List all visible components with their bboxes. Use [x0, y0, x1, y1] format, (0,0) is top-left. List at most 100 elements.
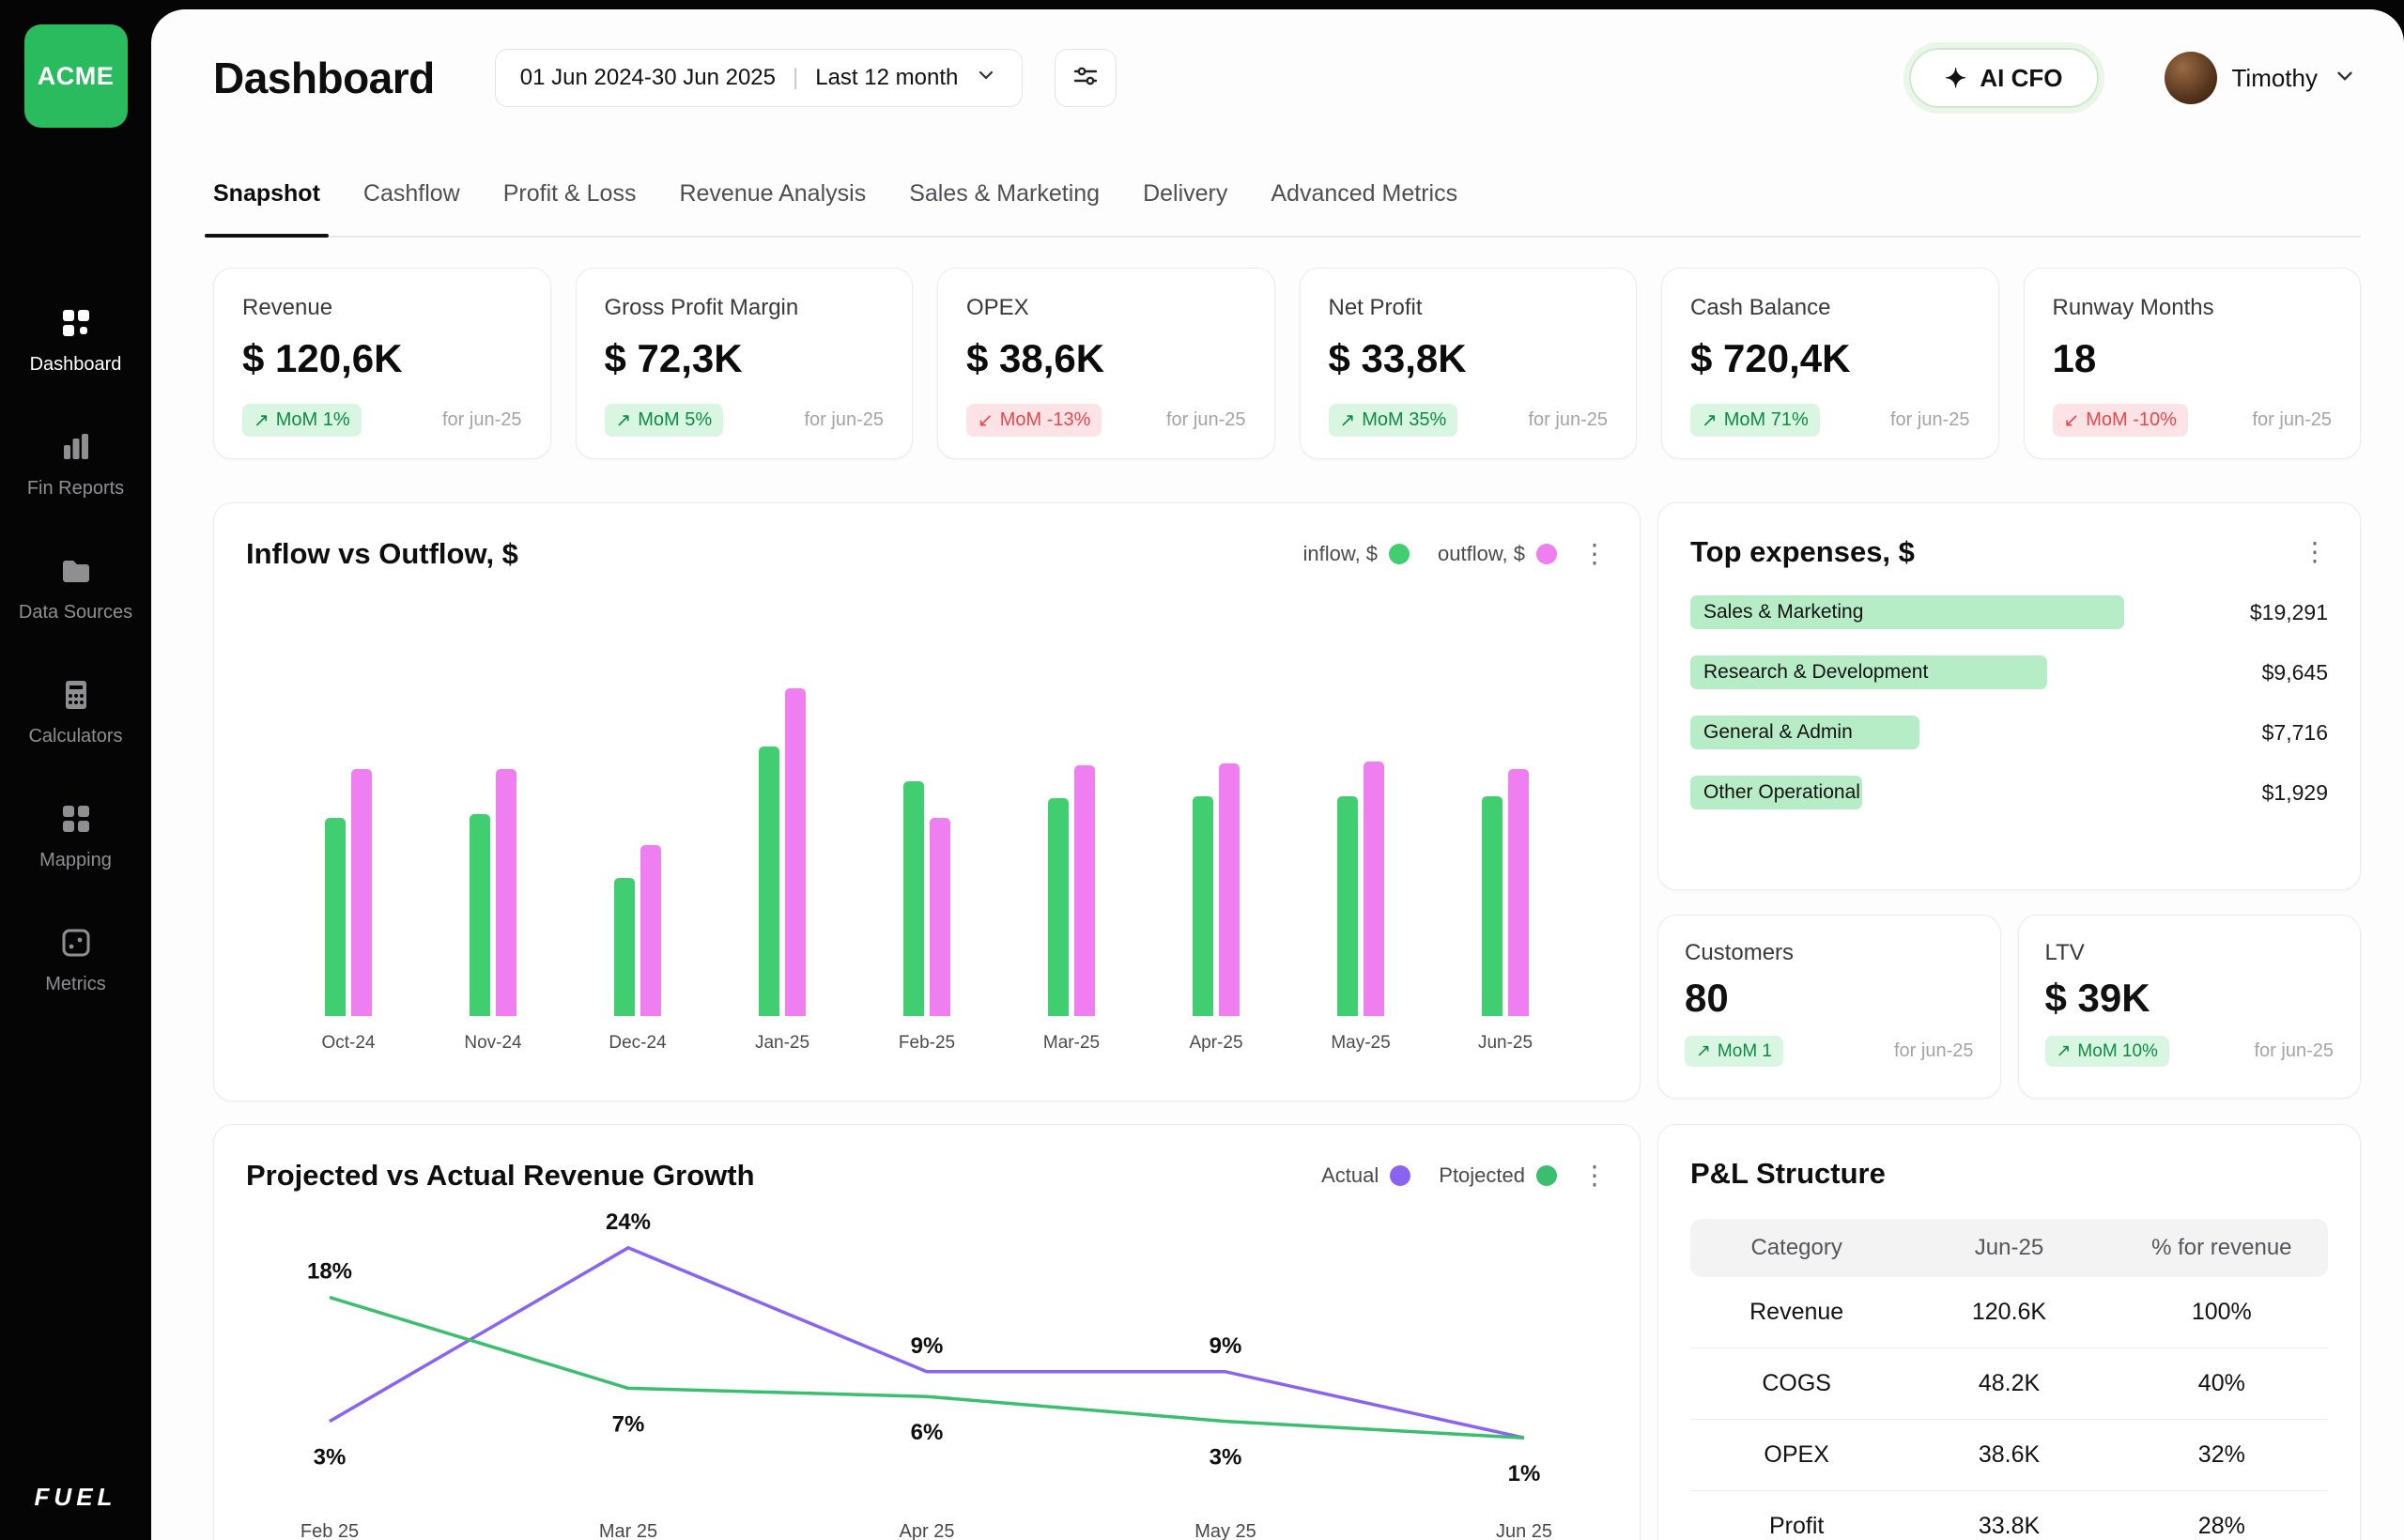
column-header: Category — [1690, 1235, 1903, 1261]
chart-legend: Actual Ptojected — [1321, 1163, 1557, 1188]
pnl-percent: 40% — [2116, 1370, 2328, 1397]
table-row: OPEX 38.6K 32% — [1690, 1420, 2328, 1491]
outflow-bar — [785, 688, 806, 1016]
kebab-menu-icon[interactable]: ⋮ — [2302, 539, 2328, 565]
chart-title: Inflow vs Outflow, $ — [246, 537, 518, 571]
ai-cfo-button[interactable]: ✦ AI CFO — [1909, 48, 2099, 108]
sidebar-item-fin-reports[interactable]: Fin Reports — [6, 430, 146, 500]
kpi-period: for jun-25 — [442, 409, 522, 431]
tab-sales-marketing[interactable]: Sales & Marketing — [909, 180, 1100, 236]
mom-badge: ↗MoM 1 — [1685, 1036, 1783, 1067]
sidebar-nav: Dashboard Fin Reports Data Sources Calcu… — [6, 306, 146, 995]
mom-value: MoM 5% — [638, 409, 712, 431]
sidebar-item-label: Calculators — [28, 726, 122, 747]
kpi-card-runway-months: Runway Months 18 ↙MoM -10% for jun-25 — [2024, 268, 2362, 459]
outflow-bar — [351, 769, 372, 1016]
bar-group — [325, 769, 372, 1016]
point-label: 7% — [612, 1411, 645, 1437]
pnl-value: 33.8K — [1903, 1513, 2115, 1540]
inflow-bar — [1482, 796, 1502, 1016]
bar-category-label: Dec-24 — [592, 1033, 684, 1054]
bar-group — [759, 688, 806, 1016]
expense-row: Other Operational $1,929 — [1690, 776, 2328, 809]
x-axis-label: May 25 — [1183, 1521, 1268, 1540]
expense-value: $1,929 — [2262, 780, 2328, 806]
legend-projected[interactable]: Ptojected — [1439, 1163, 1557, 1188]
bar-category-label: Jun-25 — [1459, 1033, 1551, 1054]
kebab-menu-icon[interactable]: ⋮ — [1581, 1163, 1608, 1189]
filter-settings-button[interactable] — [1055, 49, 1117, 107]
metrics-icon — [59, 926, 93, 964]
date-range-value: 01 Jun 2024-30 Jun 2025 — [520, 65, 776, 91]
tab-bar: Snapshot Cashflow Profit & Loss Revenue … — [213, 180, 2361, 238]
tab-profit-loss[interactable]: Profit & Loss — [503, 180, 637, 236]
sidebar-item-mapping[interactable]: Mapping — [6, 802, 146, 871]
expense-value: $9,645 — [2262, 660, 2328, 685]
point-label: 3% — [1210, 1445, 1242, 1471]
avatar — [2165, 52, 2217, 104]
sidebar-item-label: Data Sources — [19, 602, 132, 624]
sidebar-item-data-sources[interactable]: Data Sources — [6, 554, 146, 624]
kebab-menu-icon[interactable]: ⋮ — [1581, 541, 1608, 567]
column-header: Jun-25 — [1903, 1235, 2115, 1261]
legend-label: inflow, $ — [1303, 542, 1379, 566]
bar-category-label: Nov-24 — [447, 1033, 539, 1054]
bar-chart-x-axis: Oct-24Nov-24Dec-24Jan-25Feb-25Mar-25Apr-… — [246, 1033, 1608, 1054]
main-panel: Dashboard 01 Jun 2024-30 Jun 2025 | Last… — [151, 9, 2404, 1540]
date-range-selector[interactable]: 01 Jun 2024-30 Jun 2025 | Last 12 month — [495, 49, 1024, 107]
sidebar-item-metrics[interactable]: Metrics — [6, 926, 146, 995]
bar-category-label: Jan-25 — [736, 1033, 828, 1054]
top-expenses-card: Top expenses, $ ⋮ Sales & Marketing $19,… — [1657, 502, 2361, 890]
kpi-title: Revenue — [242, 295, 522, 321]
legend-actual[interactable]: Actual — [1321, 1163, 1410, 1188]
content: Revenue $ 120,6K ↗MoM 1% for jun-25 Gros… — [151, 238, 2404, 1540]
sliders-icon — [1071, 62, 1100, 95]
tab-snapshot[interactable]: Snapshot — [213, 180, 320, 236]
point-label: 9% — [911, 1333, 944, 1359]
outflow-bar — [1074, 765, 1095, 1016]
kpi-value: $ 39K — [2045, 976, 2335, 1021]
point-label: 1% — [1508, 1461, 1541, 1486]
trend-arrow-icon: ↗ — [1340, 408, 1356, 432]
mom-value: MoM -13% — [1000, 409, 1091, 431]
sidebar-item-calculators[interactable]: Calculators — [6, 678, 146, 747]
outflow-bar — [1219, 763, 1240, 1016]
sparkle-icon: ✦ — [1945, 63, 1966, 94]
bar-group — [903, 781, 950, 1016]
table-row: Revenue 120.6K 100% — [1690, 1277, 2328, 1348]
header: Dashboard 01 Jun 2024-30 Jun 2025 | Last… — [151, 9, 2404, 111]
bar-category-label: May-25 — [1315, 1033, 1407, 1054]
table-row: Profit 33.8K 28% — [1690, 1491, 2328, 1540]
tab-advanced-metrics[interactable]: Advanced Metrics — [1271, 180, 1457, 236]
legend-outflow[interactable]: outflow, $ — [1438, 542, 1557, 566]
projected-dot-icon — [1536, 1165, 1557, 1186]
chart-legend: inflow, $ outflow, $ — [1303, 542, 1557, 566]
user-menu[interactable]: Timothy — [2165, 52, 2358, 104]
folder-icon — [59, 554, 93, 593]
legend-inflow[interactable]: inflow, $ — [1303, 542, 1410, 566]
actual-dot-icon — [1390, 1165, 1410, 1186]
inflow-bar — [759, 747, 779, 1016]
sidebar-item-dashboard[interactable]: Dashboard — [6, 306, 146, 376]
calculator-icon — [59, 678, 93, 716]
pnl-value: 120.6K — [1903, 1299, 2115, 1326]
page-title: Dashboard — [213, 53, 435, 103]
expense-bar: Other Operational — [1690, 776, 1862, 809]
tab-revenue-analysis[interactable]: Revenue Analysis — [679, 180, 866, 236]
acme-logo: ACME — [24, 24, 128, 128]
sidebar-item-label: Dashboard — [30, 354, 122, 376]
user-name: Timothy — [2232, 64, 2319, 93]
tab-cashflow[interactable]: Cashflow — [363, 180, 460, 236]
point-label: 24% — [606, 1209, 651, 1235]
bar-group — [614, 845, 661, 1016]
inflow-dot-icon — [1389, 544, 1410, 564]
kpi-title: Net Profit — [1329, 295, 1609, 321]
outflow-bar — [930, 818, 950, 1016]
outflow-bar — [496, 769, 516, 1016]
x-axis-label: Jun 25 — [1482, 1521, 1566, 1540]
bar-group — [470, 769, 516, 1016]
bar-category-label: Mar-25 — [1025, 1033, 1117, 1054]
outflow-bar — [1508, 769, 1529, 1016]
tab-delivery[interactable]: Delivery — [1143, 180, 1227, 236]
kpi-value: $ 38,6K — [966, 336, 1246, 381]
